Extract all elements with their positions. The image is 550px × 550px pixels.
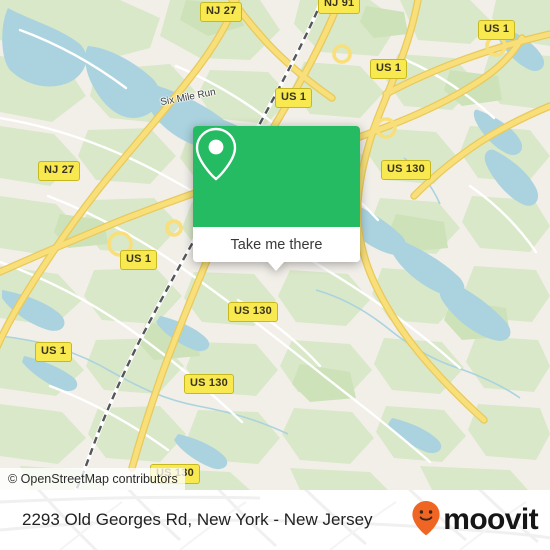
road-shield-us-1-right[interactable]: US 1 bbox=[370, 59, 408, 79]
road-shield-us-1-midleft[interactable]: US 1 bbox=[120, 250, 158, 270]
map-canvas[interactable]: Six Mile Run NJ 27 NJ 91 US 1 US 1 US 1 … bbox=[0, 0, 550, 490]
osm-attribution-text: © OpenStreetMap contributors bbox=[8, 472, 178, 486]
road-shield-nj-27-left[interactable]: NJ 27 bbox=[38, 161, 81, 181]
moovit-map-screenshot: Six Mile Run NJ 27 NJ 91 US 1 US 1 US 1 … bbox=[0, 0, 550, 550]
road-shield-us-1-center[interactable]: US 1 bbox=[275, 88, 313, 108]
road-shield-us-1-topright[interactable]: US 1 bbox=[478, 20, 516, 40]
road-shield-us-1-lowleft[interactable]: US 1 bbox=[35, 342, 73, 362]
osm-attribution[interactable]: © OpenStreetMap contributors bbox=[0, 468, 185, 490]
moovit-wordmark: moovit bbox=[443, 503, 538, 536]
location-popup-card[interactable]: Take me there bbox=[193, 126, 360, 271]
road-shield-nj-27-top[interactable]: NJ 27 bbox=[200, 2, 243, 22]
popup-pointer-tail bbox=[267, 261, 285, 271]
footer-address-label: 2293 Old Georges Rd, New York - New Jers… bbox=[22, 510, 373, 529]
popup-header bbox=[193, 126, 360, 227]
take-me-there-label: Take me there bbox=[230, 236, 323, 253]
moovit-smiley-pin-icon bbox=[411, 500, 441, 541]
road-shield-us-130-right[interactable]: US 130 bbox=[381, 160, 431, 180]
moovit-logo[interactable]: moovit bbox=[411, 490, 539, 550]
road-shield-us-130-low[interactable]: US 130 bbox=[184, 374, 234, 394]
road-shield-us-130-center[interactable]: US 130 bbox=[228, 302, 278, 322]
footer-bar: 2293 Old Georges Rd, New York - New Jers… bbox=[0, 490, 550, 550]
popup-action-area[interactable]: Take me there bbox=[193, 227, 360, 262]
road-shield-nj-91[interactable]: NJ 91 bbox=[318, 0, 361, 14]
